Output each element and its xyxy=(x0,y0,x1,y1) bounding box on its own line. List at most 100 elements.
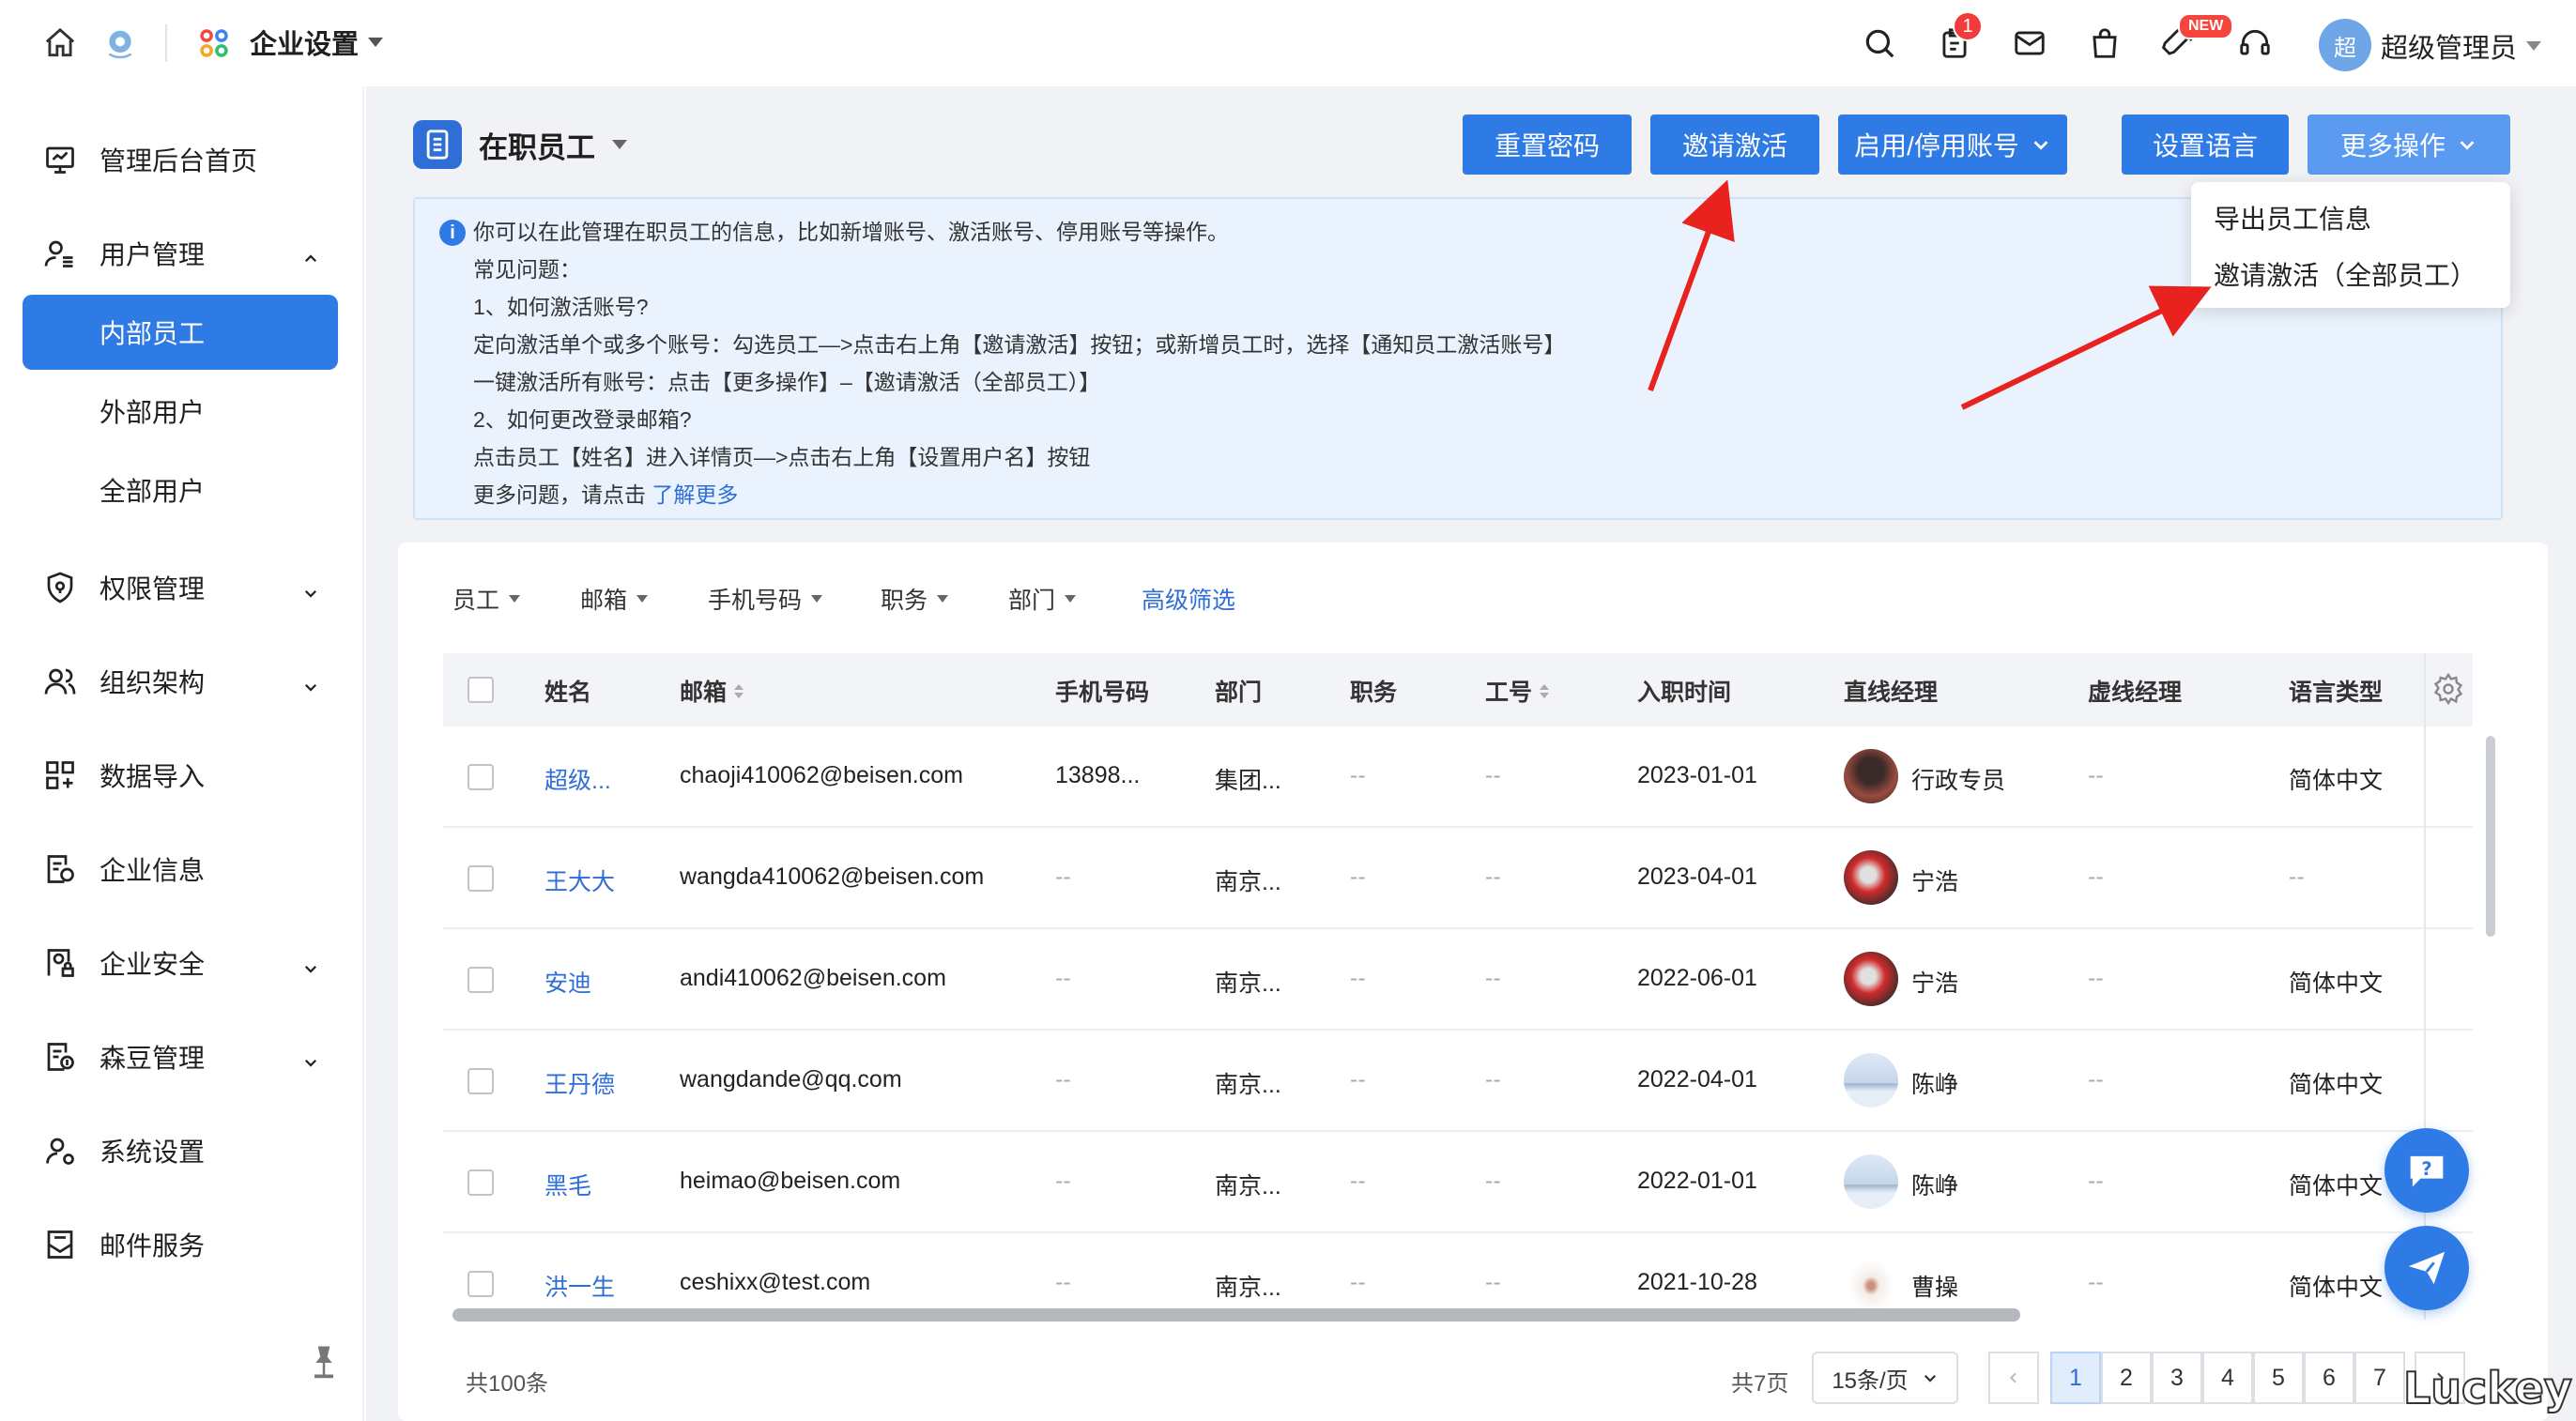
employee-name-link[interactable]: 黑毛 xyxy=(544,1168,591,1201)
header-label: 邮箱 xyxy=(680,680,728,706)
employee-phone: -- xyxy=(1055,965,1071,991)
employee-position: -- xyxy=(1350,1269,1366,1295)
prev-page-button[interactable] xyxy=(1988,1352,2039,1404)
employee-join-date: 2023-01-01 xyxy=(1637,762,1757,788)
employee-join-date: 2021-10-28 xyxy=(1637,1269,1757,1295)
sort-icon[interactable] xyxy=(1540,683,1550,698)
header-label: 工号 xyxy=(1485,680,1533,706)
employee-email: chaoji410062@beisen.com xyxy=(680,762,963,788)
employee-phone: -- xyxy=(1055,1269,1071,1295)
page-button-5[interactable]: 5 xyxy=(2253,1352,2304,1404)
column-header-employee-no[interactable]: 工号 xyxy=(1485,674,1550,708)
employee-name-link[interactable]: 王丹德 xyxy=(544,1066,615,1100)
filter-staff[interactable]: 员工 xyxy=(452,582,521,616)
filter-department[interactable]: 部门 xyxy=(1008,582,1077,616)
table-row[interactable]: 安迪 andi410062@beisen.com -- 南京... -- -- … xyxy=(443,929,2473,1031)
manager-avatar xyxy=(1844,850,1898,905)
line-manager-name: 陈峥 xyxy=(1911,1173,1959,1199)
row-checkbox[interactable] xyxy=(468,1068,494,1094)
page-button-4[interactable]: 4 xyxy=(2202,1352,2253,1404)
page-button-2[interactable]: 2 xyxy=(2101,1352,2152,1404)
employee-phone: -- xyxy=(1055,1168,1071,1194)
column-header-dotted-manager: 虚线经理 xyxy=(2088,674,2182,708)
header-label: 手机号码 xyxy=(1055,680,1150,706)
header-label: 部门 xyxy=(1215,680,1263,706)
employee-phone: -- xyxy=(1055,863,1071,890)
manager-avatar xyxy=(1844,952,1898,1006)
employee-name-link[interactable]: 超级... xyxy=(544,762,611,796)
employee-position: -- xyxy=(1350,863,1366,890)
column-header-language: 语言类型 xyxy=(2289,674,2383,708)
line-manager-name: 宁浩 xyxy=(1911,869,1959,895)
employee-department: 南京... xyxy=(1215,869,1281,895)
header-label: 职务 xyxy=(1350,680,1398,706)
table-row[interactable]: 黑毛 heimao@beisen.com -- 南京... -- -- 2022… xyxy=(443,1132,2473,1233)
employee-department: 南京... xyxy=(1215,970,1281,997)
chevron-down-icon xyxy=(811,595,823,603)
row-checkbox[interactable] xyxy=(468,1169,494,1196)
corner-signature: Luckey xyxy=(2402,1362,2573,1414)
select-all-checkbox[interactable] xyxy=(468,677,494,703)
row-checkbox[interactable] xyxy=(468,764,494,790)
filter-position[interactable]: 职务 xyxy=(881,582,949,616)
line-manager-name: 曹操 xyxy=(1911,1275,1959,1301)
chevron-down-icon xyxy=(509,595,521,603)
employee-number: -- xyxy=(1485,965,1501,991)
column-header-email[interactable]: 邮箱 xyxy=(680,674,744,708)
help-button[interactable]: ? xyxy=(2384,1128,2469,1213)
column-header-position: 职务 xyxy=(1350,674,1397,708)
page-button-6[interactable]: 6 xyxy=(2304,1352,2354,1404)
send-feedback-button[interactable] xyxy=(2384,1226,2469,1310)
dotted-manager: -- xyxy=(2088,762,2104,788)
filter-label: 手机号码 xyxy=(708,588,803,614)
employee-language: 简体中文 xyxy=(2289,1072,2384,1098)
manager-avatar xyxy=(1844,1256,1898,1310)
total-pages: 共7页 xyxy=(1731,1371,1789,1397)
row-checkbox[interactable] xyxy=(468,865,494,892)
employee-position: -- xyxy=(1350,1066,1366,1092)
page-button-3[interactable]: 3 xyxy=(2152,1352,2202,1404)
employee-join-date: 2022-04-01 xyxy=(1637,1066,1757,1092)
employee-name-link[interactable]: 王大大 xyxy=(544,863,615,897)
header-label: 姓名 xyxy=(544,680,592,706)
sort-icon[interactable] xyxy=(734,683,744,698)
column-header-department: 部门 xyxy=(1215,674,1262,708)
page-button-7[interactable]: 7 xyxy=(2354,1352,2405,1404)
employee-position: -- xyxy=(1350,965,1366,991)
manager-avatar xyxy=(1844,1154,1898,1209)
manager-avatar xyxy=(1844,1053,1898,1108)
filter-email[interactable]: 邮箱 xyxy=(580,582,649,616)
column-header-name: 姓名 xyxy=(544,674,591,708)
table-row[interactable]: 王大大 wangda410062@beisen.com -- 南京... -- … xyxy=(443,828,2473,929)
page-button-1[interactable]: 1 xyxy=(2050,1352,2101,1404)
employee-language: 简体中文 xyxy=(2289,1275,2384,1301)
advanced-filter-link[interactable]: 高级筛选 xyxy=(1142,582,1235,616)
chevron-down-icon xyxy=(1924,1374,1936,1383)
employee-position: -- xyxy=(1350,762,1366,788)
employee-phone: -- xyxy=(1055,1066,1071,1092)
arrow-to-invite-button xyxy=(1648,179,1735,392)
page-size-select[interactable]: 15条/页 xyxy=(1812,1352,1958,1404)
row-checkbox[interactable] xyxy=(468,967,494,993)
column-settings-gear-icon[interactable] xyxy=(2431,672,2465,710)
horizontal-scrollbar[interactable] xyxy=(452,1308,2020,1322)
employee-department: 南京... xyxy=(1215,1275,1281,1301)
vertical-scrollbar[interactable] xyxy=(2486,736,2495,937)
employee-number: -- xyxy=(1485,762,1501,788)
row-checkbox[interactable] xyxy=(468,1271,494,1297)
filter-label: 员工 xyxy=(452,588,500,614)
arrow-to-invite-all xyxy=(1960,285,2212,410)
table-row[interactable]: 超级... chaoji410062@beisen.com 13898... 集… xyxy=(443,726,2473,828)
filter-phone[interactable]: 手机号码 xyxy=(708,582,823,616)
employee-name-link[interactable]: 安迪 xyxy=(544,965,591,999)
total-count: 共100条 xyxy=(466,1371,549,1397)
header-label: 语言类型 xyxy=(2289,680,2384,706)
table-row[interactable]: 王丹德 wangdande@qq.com -- 南京... -- -- 2022… xyxy=(443,1031,2473,1132)
paper-plane-icon xyxy=(2408,1251,2446,1285)
employee-name-link[interactable]: 洪一生 xyxy=(544,1269,615,1303)
chevron-left-icon xyxy=(2009,1372,2016,1383)
header-label: 直线经理 xyxy=(1844,680,1939,706)
header-label: 虚线经理 xyxy=(2088,680,2183,706)
chevron-down-icon xyxy=(937,595,949,603)
employee-number: -- xyxy=(1485,1168,1501,1194)
